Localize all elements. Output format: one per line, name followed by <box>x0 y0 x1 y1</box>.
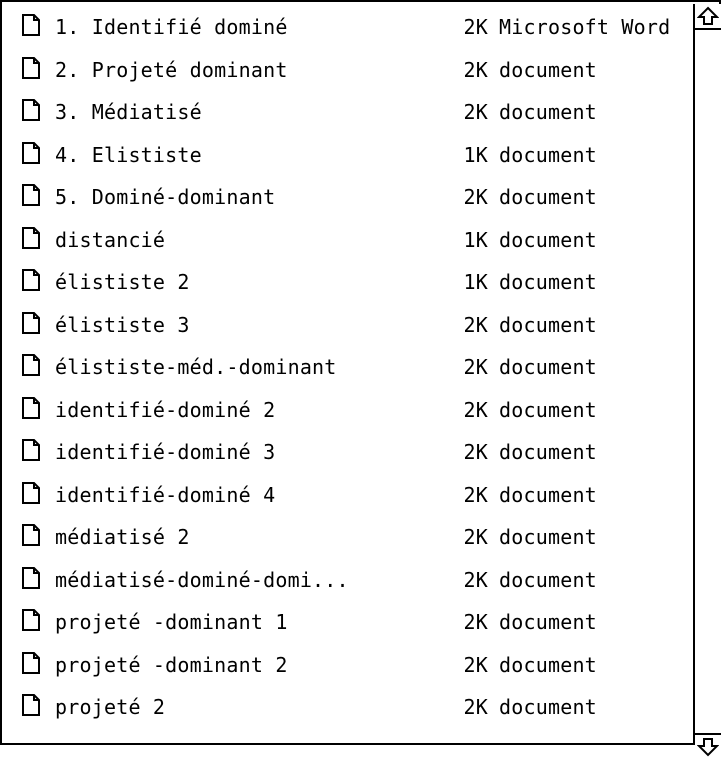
file-name[interactable]: projeté -dominant 1 <box>55 612 288 632</box>
file-row[interactable]: projeté 2 2K document <box>4 686 693 728</box>
file-kind: document <box>499 312 597 337</box>
document-icon[interactable] <box>22 184 40 206</box>
file-name[interactable]: médiatisé-dominé-domi... <box>55 570 349 590</box>
file-row[interactable]: 5. Dominé-dominant 2K document <box>4 176 693 218</box>
vertical-scrollbar[interactable] <box>693 4 721 759</box>
document-icon[interactable] <box>22 396 40 419</box>
file-kind: document <box>499 57 597 82</box>
file-kind: document <box>499 142 597 167</box>
file-name[interactable]: 2. Projeté dominant <box>55 60 288 80</box>
file-kind: document <box>499 185 597 209</box>
finder-list-window: 1. Identifié dominé 2K Microsoft Word 2. Pr… <box>0 0 721 759</box>
file-name[interactable]: élististe-méd.-dominant <box>55 357 337 377</box>
file-size: 2K <box>463 695 488 719</box>
document-icon[interactable] <box>22 566 40 589</box>
file-row[interactable]: élististe 3 2K document <box>4 304 693 346</box>
document-icon[interactable] <box>22 651 40 674</box>
file-size: 1K <box>463 227 488 252</box>
file-kind: document <box>499 100 597 124</box>
file-row[interactable]: 2. Projeté dominant 2K document <box>4 49 693 91</box>
file-name[interactable]: identifié-dominé 2 <box>55 400 275 420</box>
file-kind: document <box>499 270 597 294</box>
document-icon[interactable] <box>22 694 40 716</box>
file-name[interactable]: 1. Identifié dominé <box>55 17 288 37</box>
file-row[interactable]: médiatisé 2 2K document <box>4 516 693 558</box>
file-size: 1K <box>463 142 488 167</box>
file-row[interactable]: identifié-dominé 3 2K document <box>4 431 693 473</box>
document-icon[interactable] <box>22 269 40 291</box>
document-icon[interactable] <box>22 99 40 121</box>
file-size: 2K <box>463 397 488 422</box>
file-name[interactable]: identifié-dominé 4 <box>55 485 275 505</box>
file-row[interactable]: médiatisé-dominé-domi... 2K document <box>4 559 693 601</box>
file-kind: document <box>499 355 597 379</box>
file-row[interactable]: identifié-dominé 4 2K document <box>4 474 693 516</box>
file-kind: document <box>499 397 597 422</box>
file-size: 2K <box>463 482 488 507</box>
file-row[interactable]: élististe 2 1K document <box>4 261 693 303</box>
scroll-down-button[interactable] <box>695 733 721 759</box>
file-kind: Microsoft Word <box>499 15 671 39</box>
file-row[interactable]: projeté -dominant 1 2K document <box>4 601 693 643</box>
file-kind: document <box>499 482 597 507</box>
file-row[interactable]: élististe-méd.-dominant 2K document <box>4 346 693 388</box>
file-row[interactable]: 1. Identifié dominé 2K Microsoft Word <box>4 6 693 48</box>
file-size: 1K <box>463 270 488 294</box>
file-kind: document <box>499 525 597 549</box>
document-icon[interactable] <box>22 226 40 249</box>
file-name[interactable]: projeté 2 <box>55 697 165 717</box>
file-kind: document <box>499 440 597 464</box>
file-size: 2K <box>463 567 488 592</box>
file-kind: document <box>499 652 597 677</box>
file-size: 2K <box>463 355 488 379</box>
file-name[interactable]: distancié <box>55 230 165 250</box>
file-row[interactable]: 3. Médiatisé 2K document <box>4 91 693 133</box>
file-name[interactable]: médiatisé 2 <box>55 527 190 547</box>
file-row[interactable]: distancié 1K document <box>4 219 693 261</box>
file-size: 2K <box>463 652 488 677</box>
file-name[interactable]: élististe 2 <box>55 272 190 292</box>
file-size: 2K <box>463 100 488 124</box>
file-name[interactable]: élististe 3 <box>55 315 190 335</box>
file-kind: document <box>499 695 597 719</box>
scroll-up-button[interactable] <box>695 4 721 30</box>
document-icon[interactable] <box>22 141 40 164</box>
document-icon[interactable] <box>22 439 40 461</box>
document-icon[interactable] <box>22 354 40 376</box>
file-name[interactable]: identifié-dominé 3 <box>55 442 275 462</box>
document-icon[interactable] <box>22 311 40 334</box>
document-icon[interactable] <box>22 609 40 631</box>
file-kind: document <box>499 227 597 252</box>
document-icon[interactable] <box>22 524 40 546</box>
file-size: 2K <box>463 525 488 549</box>
file-size: 2K <box>463 312 488 337</box>
file-size: 2K <box>463 15 488 39</box>
document-icon[interactable] <box>22 14 40 36</box>
file-name[interactable]: 3. Médiatisé <box>55 102 202 122</box>
file-kind: document <box>499 567 597 592</box>
scroll-down-arrow-icon <box>697 738 719 757</box>
file-size: 2K <box>463 440 488 464</box>
file-name[interactable]: projeté -dominant 2 <box>55 655 288 675</box>
file-size: 2K <box>463 57 488 82</box>
document-icon[interactable] <box>22 481 40 504</box>
file-name[interactable]: 4. Elististe <box>55 145 202 165</box>
file-row[interactable]: projeté -dominant 2 2K document <box>4 644 693 686</box>
scroll-up-arrow-icon <box>697 6 719 25</box>
file-list: 1. Identifié dominé 2K Microsoft Word 2. Pr… <box>4 4 693 745</box>
file-name[interactable]: 5. Dominé-dominant <box>55 187 275 207</box>
file-row[interactable]: 4. Elististe 1K document <box>4 134 693 176</box>
file-row[interactable]: identifié-dominé 2 2K document <box>4 389 693 431</box>
file-kind: document <box>499 610 597 634</box>
file-size: 2K <box>463 610 488 634</box>
file-size: 2K <box>463 185 488 209</box>
document-icon[interactable] <box>22 56 40 79</box>
